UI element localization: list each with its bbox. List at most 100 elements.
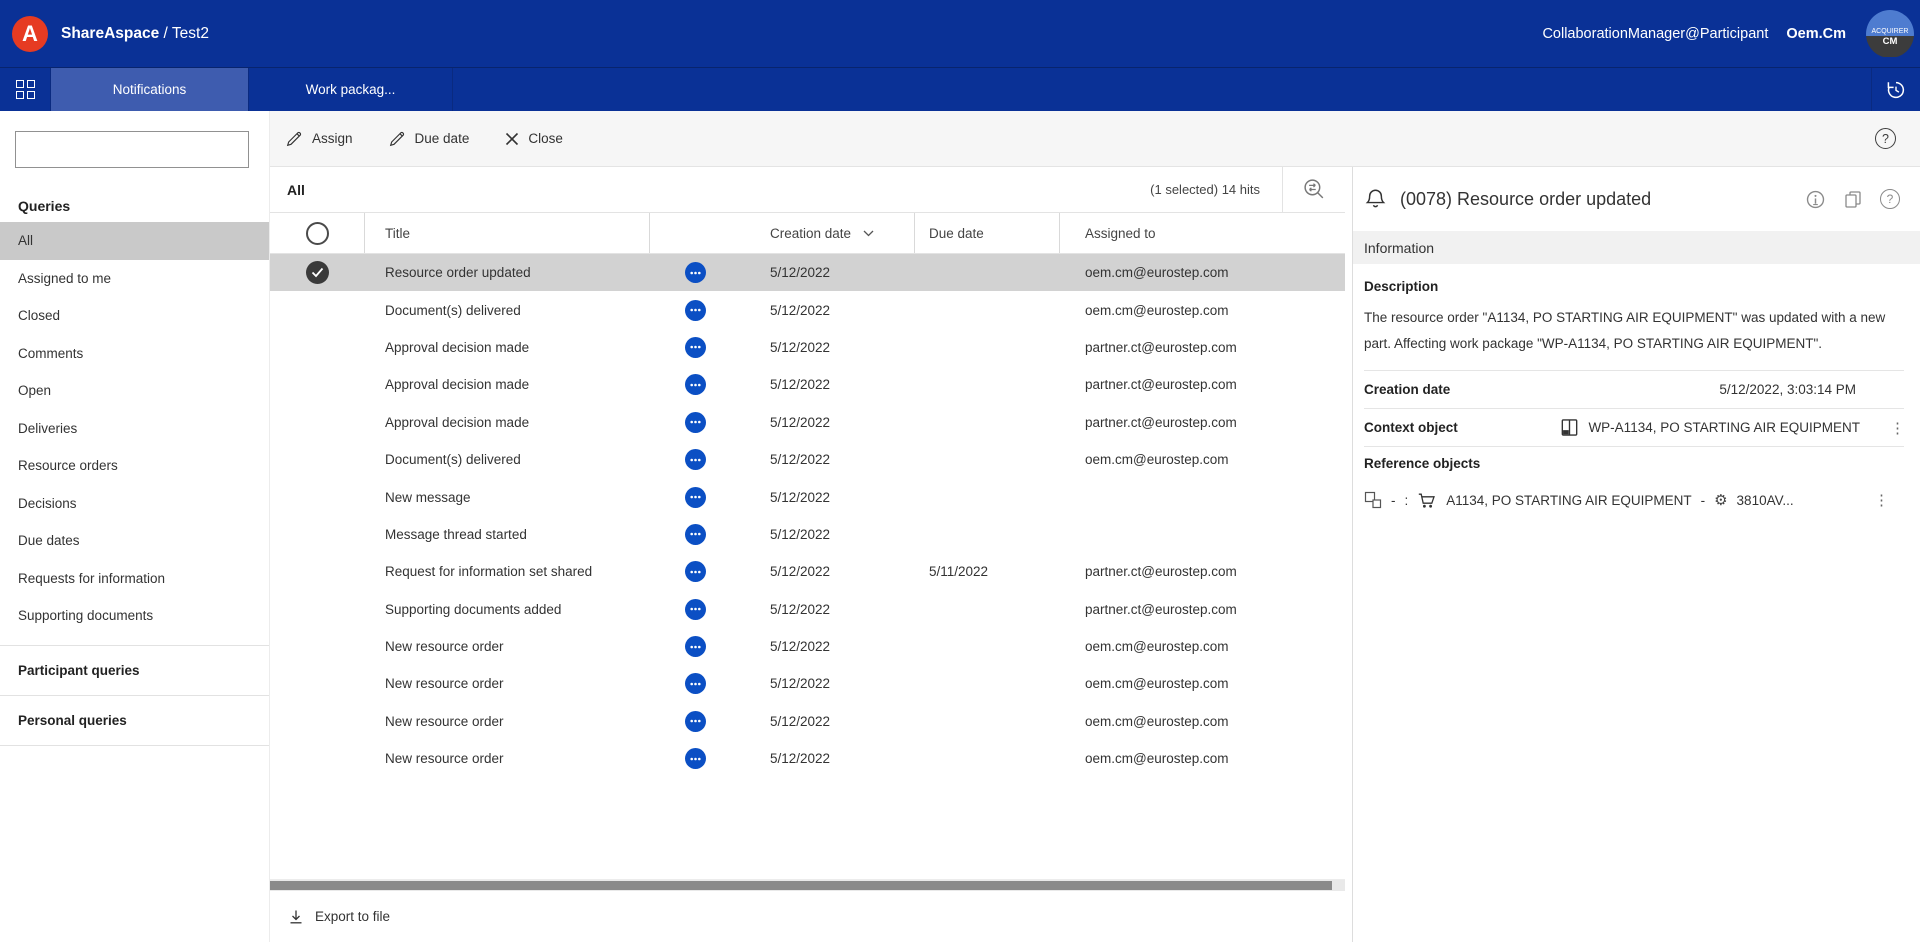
row-title: Document(s) delivered xyxy=(365,441,650,478)
row-title: Approval decision made xyxy=(365,404,650,441)
export-to-file-button[interactable]: Export to file xyxy=(288,909,390,925)
sidebar-query-item[interactable]: Open xyxy=(0,372,269,410)
table-row[interactable]: Approval decision made 5/12/2022 partner… xyxy=(270,404,1345,441)
shareaspace-logo-icon[interactable]: A xyxy=(12,16,48,52)
row-creation-date: 5/12/2022 xyxy=(740,703,915,740)
sidebar-query-item[interactable]: Assigned to me xyxy=(0,260,269,298)
context-object-menu-button[interactable]: ⋮ xyxy=(1890,419,1904,437)
scrollbar-thumb[interactable] xyxy=(270,881,1332,890)
info-icon[interactable] xyxy=(1805,189,1826,210)
close-button[interactable]: Close xyxy=(505,131,563,146)
header-user-area: CollaborationManager@Participant Oem.Cm … xyxy=(1542,10,1914,58)
select-all-checkbox[interactable] xyxy=(306,222,329,245)
notification-actions-badge[interactable] xyxy=(685,262,706,283)
reference-object-version[interactable]: 3810AV... xyxy=(1737,493,1794,508)
sidebar-item-label: Open xyxy=(18,383,51,398)
row-assigned-to: oem.cm@eurostep.com xyxy=(1060,703,1345,740)
brand-name[interactable]: ShareAspace xyxy=(61,25,159,42)
notification-actions-badge[interactable] xyxy=(685,561,706,582)
reference-object-menu-button[interactable]: ⋮ xyxy=(1874,491,1888,509)
table-row[interactable]: Document(s) delivered 5/12/2022 oem.cm@e… xyxy=(270,441,1345,478)
copy-icon[interactable] xyxy=(1843,189,1863,209)
pencil-icon xyxy=(286,130,303,147)
sidebar-query-item[interactable]: Due dates xyxy=(0,522,269,560)
apps-menu-button[interactable] xyxy=(0,68,51,111)
row-due-date xyxy=(915,591,1060,628)
notification-actions-badge[interactable] xyxy=(685,748,706,769)
workspace-name[interactable]: Test2 xyxy=(172,25,209,42)
notification-actions-badge[interactable] xyxy=(685,337,706,358)
sidebar-item-label: Supporting documents xyxy=(18,608,153,623)
notification-actions-badge[interactable] xyxy=(685,449,706,470)
notification-actions-badge[interactable] xyxy=(685,524,706,545)
sidebar-query-item[interactable]: Supporting documents xyxy=(0,597,269,635)
table-row[interactable]: New resource order 5/12/2022 oem.cm@euro… xyxy=(270,703,1345,740)
ellipsis-icon xyxy=(690,271,701,275)
assign-button[interactable]: Assign xyxy=(286,130,353,147)
sidebar-section-participant-queries[interactable]: Participant queries xyxy=(0,646,269,696)
notification-actions-badge[interactable] xyxy=(685,673,706,694)
work-package-icon xyxy=(1560,418,1579,437)
notification-actions-badge[interactable] xyxy=(685,711,706,732)
table-row[interactable]: New resource order 5/12/2022 oem.cm@euro… xyxy=(270,665,1345,702)
sidebar-section-personal-queries[interactable]: Personal queries xyxy=(0,696,269,746)
row-assigned-to: partner.ct@eurostep.com xyxy=(1060,329,1345,366)
row-due-date xyxy=(915,665,1060,702)
notification-actions-badge[interactable] xyxy=(685,412,706,433)
due-date-button[interactable]: Due date xyxy=(389,130,470,147)
sort-chevron-icon[interactable] xyxy=(863,230,874,237)
close-icon xyxy=(505,132,519,146)
sidebar-query-item[interactable]: All xyxy=(0,222,269,260)
row-creation-date: 5/12/2022 xyxy=(740,329,915,366)
horizontal-scrollbar[interactable] xyxy=(270,879,1345,891)
column-creation-date[interactable]: Creation date xyxy=(740,213,915,253)
notification-actions-badge[interactable] xyxy=(685,300,706,321)
table-row[interactable]: Message thread started 5/12/2022 xyxy=(270,516,1345,553)
notification-actions-badge[interactable] xyxy=(685,599,706,620)
row-due-date xyxy=(915,740,1060,777)
table-row[interactable]: New message 5/12/2022 xyxy=(270,478,1345,515)
sidebar-query-item[interactable]: Closed xyxy=(0,297,269,335)
sidebar-query-item[interactable]: Comments xyxy=(0,335,269,373)
ellipsis-icon xyxy=(690,682,701,686)
sidebar-query-item[interactable]: Resource orders xyxy=(0,447,269,485)
notification-actions-badge[interactable] xyxy=(685,487,706,508)
help-icon: ? xyxy=(1882,132,1889,146)
table-row[interactable]: Request for information set shared 5/12/… xyxy=(270,553,1345,590)
sidebar-query-item[interactable]: Decisions xyxy=(0,485,269,523)
row-creation-date: 5/12/2022 xyxy=(740,740,915,777)
history-button[interactable] xyxy=(1871,68,1920,111)
tab-notifications[interactable]: Notifications xyxy=(51,68,249,111)
sidebar-query-item[interactable]: Requests for information xyxy=(0,560,269,598)
context-object-value[interactable]: WP-A1134, PO STARTING AIR EQUIPMENT xyxy=(1588,420,1860,435)
notification-actions-badge[interactable] xyxy=(685,636,706,657)
sidebar-query-item[interactable]: Deliveries xyxy=(0,410,269,448)
reference-objects-label: Reference objects xyxy=(1364,456,1480,471)
row-due-date xyxy=(915,628,1060,665)
row-selected-checkbox[interactable] xyxy=(306,261,329,284)
creation-date-label: Creation date xyxy=(1364,382,1450,397)
avatar[interactable]: ACQUIRER CM xyxy=(1866,10,1914,58)
notification-actions-badge[interactable] xyxy=(685,374,706,395)
tab-work-packages[interactable]: Work packag... xyxy=(249,68,453,111)
table-row[interactable]: New resource order 5/12/2022 oem.cm@euro… xyxy=(270,740,1345,777)
detail-help-button[interactable]: ? xyxy=(1880,189,1900,209)
user-name-label[interactable]: Oem.Cm xyxy=(1786,26,1846,42)
column-assigned-to[interactable]: Assigned to xyxy=(1060,213,1345,253)
column-title[interactable]: Title xyxy=(365,213,650,253)
result-settings-button[interactable] xyxy=(1283,177,1345,202)
query-search-input[interactable] xyxy=(15,131,249,168)
table-row[interactable]: Approval decision made 5/12/2022 partner… xyxy=(270,366,1345,403)
bell-icon xyxy=(1364,187,1387,211)
table-row[interactable]: Approval decision made 5/12/2022 partner… xyxy=(270,329,1345,366)
description-text: The resource order "A1134, PO STARTING A… xyxy=(1364,305,1904,357)
selection-summary: (1 selected) 14 hits xyxy=(1150,182,1260,197)
table-row[interactable]: New resource order 5/12/2022 oem.cm@euro… xyxy=(270,628,1345,665)
reference-object-name[interactable]: A1134, PO STARTING AIR EQUIPMENT xyxy=(1446,493,1691,508)
table-row[interactable]: Resource order updated 5/12/2022 oem.cm@… xyxy=(270,254,1345,291)
table-row[interactable]: Supporting documents added 5/12/2022 par… xyxy=(270,591,1345,628)
column-due-date[interactable]: Due date xyxy=(915,213,1060,253)
table-row[interactable]: Document(s) delivered 5/12/2022 oem.cm@e… xyxy=(270,291,1345,328)
toolbar-help-button[interactable]: ? xyxy=(1875,128,1896,149)
row-assigned-to: partner.ct@eurostep.com xyxy=(1060,591,1345,628)
